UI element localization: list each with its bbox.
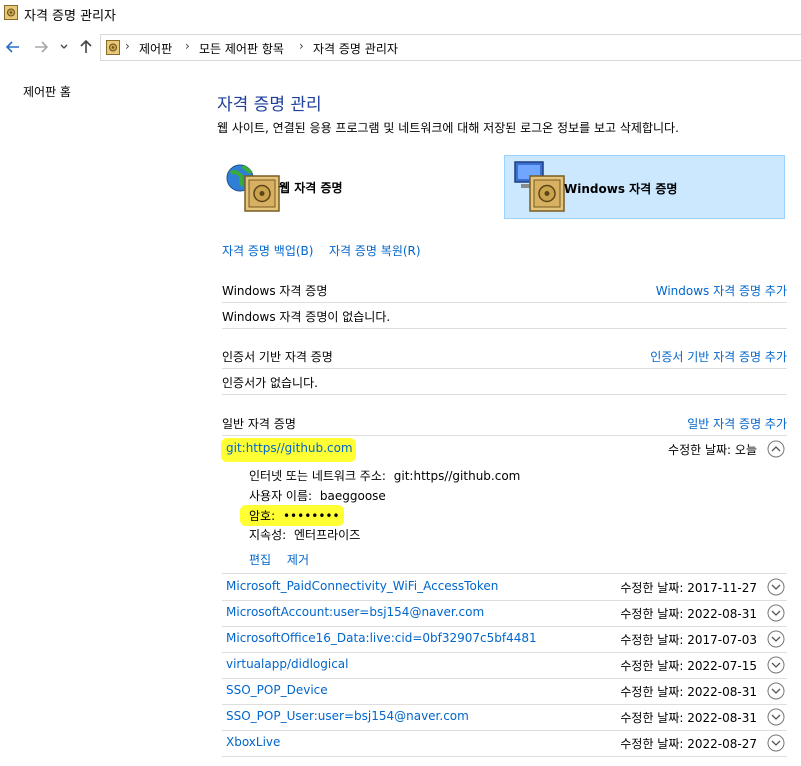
- section-title: Windows 자격 증명: [222, 284, 328, 298]
- credential-name[interactable]: MicrosoftAccount:user=bsj154@naver.com: [226, 605, 484, 619]
- vault-icon: [4, 5, 18, 20]
- credential-modified-date: 수정한 날짜: 2022-08-31: [620, 607, 757, 621]
- address-value: git:https//github.com: [393, 469, 521, 483]
- page-description: 웹 사이트, 연결된 응용 프로그램 및 네트워크에 대해 저장된 로그온 정보…: [217, 121, 679, 135]
- divider: [222, 573, 787, 574]
- credential-name[interactable]: XboxLive: [226, 735, 280, 749]
- chevron-up-circle-icon[interactable]: [767, 440, 785, 458]
- credential-name[interactable]: MicrosoftOffice16_Data:live:cid=0bf32907…: [226, 631, 537, 645]
- credential-actions: 편집 제거: [249, 551, 309, 568]
- restore-credentials-link[interactable]: 자격 증명 복원(R): [329, 242, 421, 259]
- add-windows-credential-link[interactable]: Windows 자격 증명 추가: [656, 282, 787, 299]
- credential-name[interactable]: SSO_POP_Device: [226, 683, 328, 697]
- chevron-down-circle-icon[interactable]: [767, 578, 785, 596]
- control-panel-home-link[interactable]: 제어판 홈: [23, 83, 71, 100]
- back-arrow-icon: [6, 41, 19, 53]
- credential-modified-date: 수정한 날짜: 2022-07-15: [620, 659, 757, 673]
- credential-modified-date: 수정한 날짜: 2017-11-27: [620, 581, 757, 595]
- windows-credentials-label: Windows 자격 증명: [564, 182, 678, 196]
- divider: [222, 368, 787, 369]
- user-value: baeggoose: [319, 489, 386, 503]
- breadcrumb-separator: ›: [125, 39, 130, 53]
- breadcrumb-separator: ›: [185, 39, 190, 53]
- credential-row[interactable]: Microsoft_PaidConnectivity_WiFi_AccessTo…: [222, 575, 787, 600]
- address-label: 인터넷 또는 네트워크 주소:: [249, 469, 386, 483]
- divider: [222, 328, 787, 329]
- credential-row[interactable]: SSO_POP_User:user=bsj154@naver.com 수정한 날짜…: [222, 705, 787, 730]
- credential-name[interactable]: Microsoft_PaidConnectivity_WiFi_AccessTo…: [226, 579, 498, 593]
- chevron-down-circle-icon[interactable]: [767, 708, 785, 726]
- edit-credential-link[interactable]: 편집: [249, 553, 271, 567]
- up-button[interactable]: [77, 38, 95, 56]
- chevron-down-circle-icon[interactable]: [767, 682, 785, 700]
- credential-name[interactable]: git:https//github.com: [226, 441, 353, 455]
- divider: [222, 435, 787, 436]
- chevron-down-circle-icon[interactable]: [767, 630, 785, 648]
- user-label: 사용자 이름:: [249, 489, 313, 503]
- credential-modified-date: 수정한 날짜: 2022-08-31: [620, 711, 757, 725]
- chevron-down-circle-icon[interactable]: [767, 734, 785, 752]
- vault-icon: [106, 40, 120, 55]
- forward-button[interactable]: [32, 38, 50, 56]
- credential-name[interactable]: virtualapp/didlogical: [226, 657, 348, 671]
- windows-credentials-empty-message: Windows 자격 증명이 없습니다.: [222, 310, 391, 324]
- backup-credentials-link[interactable]: 자격 증명 백업(B): [222, 242, 313, 259]
- credential-row[interactable]: SSO_POP_Device 수정한 날짜: 2022-08-31: [222, 679, 787, 704]
- breadcrumb-item-all-items[interactable]: 모든 제어판 항목: [199, 40, 284, 57]
- credential-row-expanded[interactable]: git:https//github.com 수정한 날짜: 오늘: [222, 437, 787, 462]
- window-title: 자격 증명 관리자: [24, 9, 116, 24]
- up-arrow-icon: [80, 40, 92, 53]
- credential-row[interactable]: XboxLive 수정한 날짜: 2022-08-27: [222, 731, 787, 756]
- vault-icon: [529, 175, 565, 212]
- breadcrumb-item-credential-manager[interactable]: 자격 증명 관리자: [313, 40, 398, 57]
- recent-locations-button[interactable]: [57, 38, 71, 56]
- credential-name[interactable]: SSO_POP_User:user=bsj154@naver.com: [226, 709, 469, 723]
- forward-arrow-icon: [35, 41, 48, 53]
- windows-credentials-tile[interactable]: Windows 자격 증명: [504, 155, 785, 219]
- credential-row[interactable]: MicrosoftOffice16_Data:live:cid=0bf32907…: [222, 627, 787, 652]
- section-title: 일반 자격 증명: [222, 417, 296, 431]
- certificate-credentials-section-header: 인증서 기반 자격 증명 인증서 기반 자격 증명 추가: [222, 348, 787, 370]
- persistence-label: 지속성:: [249, 528, 287, 542]
- address-bar[interactable]: › 제어판 › 모든 제어판 항목 › 자격 증명 관리자: [100, 34, 801, 61]
- password-label: 암호:: [249, 509, 276, 523]
- section-title: 인증서 기반 자격 증명: [222, 350, 333, 364]
- chevron-down-circle-icon[interactable]: [767, 656, 785, 674]
- address-detail: 인터넷 또는 네트워크 주소: git:https//github.com: [249, 467, 520, 484]
- password-detail: 암호: ••••••••: [249, 507, 340, 524]
- breadcrumb-separator: ›: [299, 39, 304, 53]
- vault-icon: [244, 175, 280, 212]
- divider: [222, 756, 787, 757]
- credential-row[interactable]: virtualapp/didlogical 수정한 날짜: 2022-07-15: [222, 653, 787, 678]
- password-value: ••••••••: [282, 509, 340, 523]
- chevron-down-circle-icon[interactable]: [767, 604, 785, 622]
- user-detail: 사용자 이름: baeggoose: [249, 487, 386, 504]
- title-bar: 자격 증명 관리자: [0, 0, 801, 26]
- persistence-value: 엔터프라이즈: [294, 528, 361, 542]
- credential-modified-date: 수정한 날짜: 2022-08-27: [620, 737, 757, 751]
- chevron-down-icon: [60, 44, 68, 49]
- certificate-empty-message: 인증서가 없습니다.: [222, 376, 318, 390]
- persistence-detail: 지속성: 엔터프라이즈: [249, 526, 360, 543]
- page-title: 자격 증명 관리: [217, 95, 322, 115]
- windows-credentials-section-header: Windows 자격 증명 Windows 자격 증명 추가: [222, 282, 787, 304]
- web-credentials-label: 웹 자격 증명: [279, 181, 343, 195]
- credential-modified-date: 수정한 날짜: 2022-08-31: [620, 685, 757, 699]
- divider: [222, 394, 787, 395]
- credential-row[interactable]: MicrosoftAccount:user=bsj154@naver.com 수정…: [222, 601, 787, 626]
- back-button[interactable]: [4, 38, 22, 56]
- web-credentials-tile[interactable]: 웹 자격 증명: [217, 155, 497, 219]
- remove-credential-link[interactable]: 제거: [287, 553, 309, 567]
- breadcrumb-item-control-panel[interactable]: 제어판: [139, 40, 172, 57]
- divider: [222, 302, 787, 303]
- add-generic-credential-link[interactable]: 일반 자격 증명 추가: [687, 415, 787, 432]
- generic-credentials-section-header: 일반 자격 증명 일반 자격 증명 추가: [222, 415, 787, 437]
- add-certificate-credential-link[interactable]: 인증서 기반 자격 증명 추가: [650, 348, 787, 365]
- credential-modified-date: 수정한 날짜: 2017-07-03: [620, 633, 757, 647]
- credential-modified-date: 수정한 날짜: 오늘: [668, 443, 757, 457]
